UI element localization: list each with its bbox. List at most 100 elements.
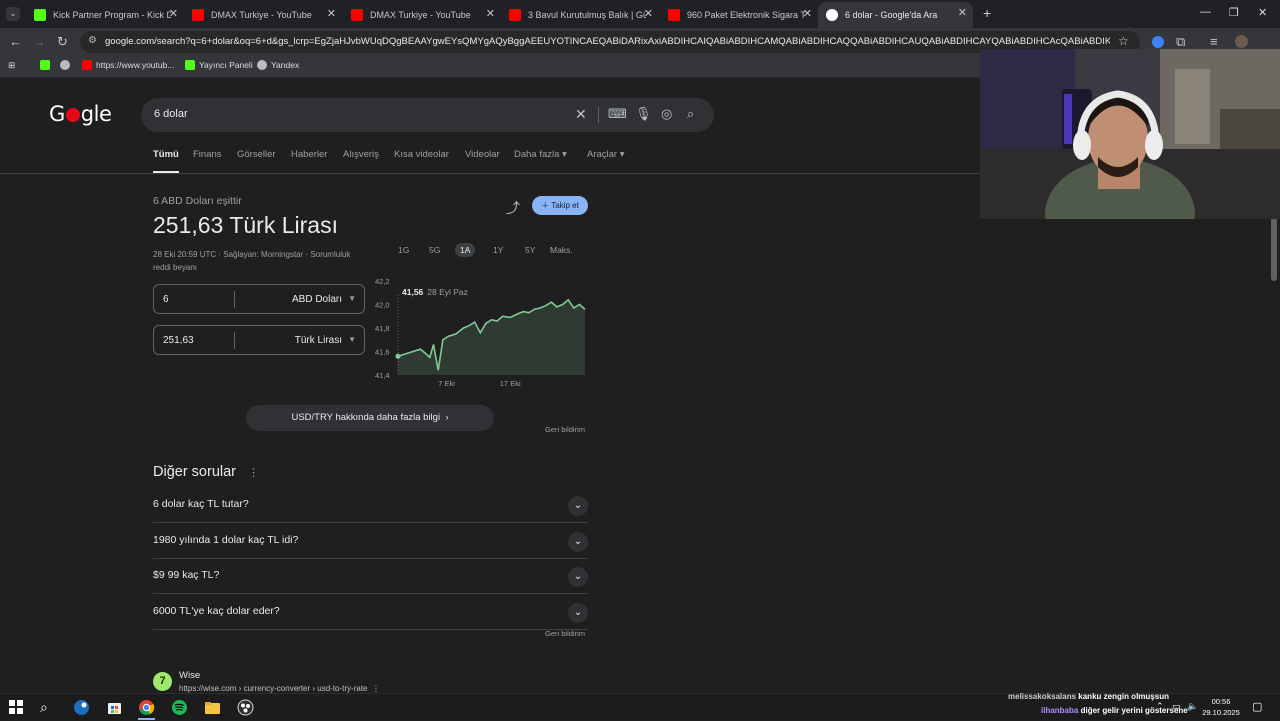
result-site-name[interactable]: Wise — [179, 670, 200, 681]
close-window-button[interactable]: ✕ — [1258, 6, 1267, 19]
chevron-down-icon[interactable]: ⌄ — [568, 496, 588, 516]
bookmark-item[interactable]: https://www.youtub... — [82, 60, 174, 70]
tab-tools[interactable]: Araçlar ▾ — [587, 149, 625, 160]
back-icon[interactable]: ← — [9, 34, 22, 49]
tab-videos[interactable]: Videolar — [465, 149, 500, 160]
microphone-icon[interactable]: 🎙 — [635, 106, 652, 122]
tab-news[interactable]: Haberler — [291, 149, 327, 160]
minimize-button[interactable]: — — [1200, 6, 1211, 18]
tray-chevron-icon[interactable]: ⌃ — [1156, 701, 1164, 712]
tab-search-button[interactable]: ⌄ — [6, 7, 20, 21]
close-tab-icon[interactable]: ✕ — [486, 7, 495, 20]
range-1y[interactable]: 1Y — [493, 245, 503, 255]
field-divider — [234, 332, 235, 349]
network-icon[interactable]: ▭ — [1172, 701, 1181, 712]
follow-button[interactable]: ＋ Takip et — [532, 196, 588, 215]
taskbar-search-icon[interactable]: ⌕ — [40, 699, 57, 716]
range-max[interactable]: Maks. — [550, 245, 573, 255]
extension-icon[interactable] — [1152, 36, 1164, 48]
search-box[interactable]: 6 dolar ✕ ⌨ 🎙 ◎ ⌕ — [141, 98, 714, 132]
to-currency-field[interactable]: 251,63 Türk Lirası ▼ — [153, 325, 365, 355]
feedback-link[interactable]: Geri bildirim — [545, 425, 585, 434]
profile-avatar[interactable] — [1235, 35, 1248, 48]
page-scrollbar[interactable] — [1271, 217, 1277, 281]
bookmark-item[interactable]: Yandex — [257, 60, 299, 70]
from-amount-input[interactable]: 6 — [163, 294, 169, 305]
steam-icon[interactable] — [73, 699, 90, 716]
tab-more[interactable]: Daha fazla ▾ — [514, 149, 567, 160]
clear-icon[interactable]: ✕ — [575, 106, 587, 123]
range-1d[interactable]: 1G — [398, 245, 409, 255]
restore-button[interactable]: ❐ — [1229, 6, 1239, 19]
to-currency-select[interactable]: Türk Lirası — [295, 335, 342, 346]
chrome-icon[interactable] — [138, 699, 155, 716]
paa-question[interactable]: 1980 yılında 1 dolar kaç TL idi? ⌄ — [153, 524, 588, 559]
bookmark-item[interactable] — [40, 60, 54, 70]
search-input[interactable]: 6 dolar — [154, 108, 188, 120]
close-tab-icon[interactable]: ✕ — [169, 7, 178, 20]
lens-icon[interactable]: ◎ — [661, 106, 672, 122]
extensions-puzzle-icon[interactable]: ⧉ — [1176, 34, 1185, 50]
result-url[interactable]: https://wise.com › currency-converter › … — [179, 684, 380, 693]
bookmark-item[interactable]: Yayıncı Paneli — [185, 60, 253, 70]
reload-icon[interactable]: ↻ — [57, 34, 68, 50]
area-fill — [398, 299, 585, 375]
paa-question[interactable]: 6 dolar kaç TL tutar? ⌄ — [153, 488, 588, 523]
paa-question[interactable]: 6000 TL'ye kaç dolar eder? ⌄ — [153, 595, 588, 630]
tab-title: 3 Bavul Kurutulmuş Balık | Güm — [528, 9, 646, 20]
to-amount-input[interactable]: 251,63 — [163, 335, 194, 346]
range-1m[interactable]: 1A — [455, 243, 476, 257]
site-info-icon[interactable]: ⚙ — [88, 35, 97, 46]
store-icon[interactable] — [106, 699, 123, 716]
chevron-down-icon[interactable]: ⌄ — [568, 531, 588, 552]
chevron-down-icon[interactable]: ⌄ — [568, 602, 588, 623]
tab-short-videos[interactable]: Kısa videolar — [394, 149, 449, 160]
range-5y[interactable]: 5Y — [525, 245, 535, 255]
forward-icon[interactable]: → — [33, 34, 46, 49]
paa-feedback-link[interactable]: Geri bildirim — [545, 629, 585, 638]
obs-icon[interactable] — [237, 699, 254, 716]
tab-title: DMAX Turkiye - YouTube — [211, 9, 312, 20]
tab-shopping[interactable]: Alışveriş — [343, 149, 379, 160]
browser-tab[interactable]: 6 dolar - Google'da Ara ✕ — [818, 2, 973, 28]
more-info-button[interactable]: USD/TRY hakkında daha fazla bilgi › — [246, 405, 494, 431]
google-logo[interactable]: Ggle — [49, 102, 112, 126]
volume-icon[interactable]: 🔈 — [1187, 701, 1198, 712]
new-tab-button[interactable]: + — [983, 5, 991, 21]
browser-tab[interactable]: DMAX Turkiye - YouTube ✕ — [343, 3, 501, 26]
chevron-down-icon[interactable]: ⌄ — [568, 567, 588, 587]
notifications-icon[interactable]: ▢ — [1252, 700, 1262, 713]
search-icon[interactable]: ⌕ — [687, 106, 694, 122]
range-5d[interactable]: 5G — [429, 245, 440, 255]
close-tab-icon[interactable]: ✕ — [327, 7, 336, 20]
tab-images[interactable]: Görseller — [237, 149, 276, 160]
close-tab-icon[interactable]: ✕ — [803, 7, 812, 20]
file-explorer-icon[interactable] — [204, 699, 221, 716]
keyboard-icon[interactable]: ⌨ — [608, 106, 627, 122]
browser-tab[interactable]: DMAX Turkiye - YouTube ✕ — [184, 3, 342, 26]
tab-all[interactable]: Tümü — [153, 149, 179, 160]
apps-grid-icon[interactable]: ⊞ — [8, 60, 15, 71]
close-tab-icon[interactable]: ✕ — [958, 6, 967, 19]
bookmark-label: Yandex — [271, 60, 300, 70]
streamer-webcam-image — [980, 49, 1280, 219]
paa-question[interactable]: $9 99 kaç TL? ⌄ — [153, 559, 588, 594]
tab-finance[interactable]: Finans — [193, 149, 222, 160]
share-icon[interactable]: ⤴ — [506, 198, 520, 218]
from-currency-field[interactable]: 6 ABD Doları ▼ — [153, 284, 365, 314]
media-control-icon[interactable]: ≡ — [1210, 34, 1218, 49]
clock-time: 00:56 — [1211, 697, 1231, 706]
x-tick-label: 17 Eki — [500, 379, 521, 388]
windows-start-icon[interactable] — [8, 699, 25, 716]
spotify-icon[interactable] — [171, 699, 188, 716]
more-options-icon[interactable]: ⋮ — [248, 466, 259, 479]
system-clock[interactable]: 00:56 29.10.2025 — [1200, 696, 1242, 718]
bookmark-star-icon[interactable]: ☆ — [1118, 34, 1129, 48]
browser-tab[interactable]: 3 Bavul Kurutulmuş Balık | Güm ✕ — [501, 3, 659, 26]
browser-tab[interactable]: Kick Partner Program - Kick Das ✕ — [26, 3, 184, 26]
browser-tab[interactable]: 960 Paket Elektronik Sigara Tütü✕ — [660, 3, 818, 26]
bookmark-item[interactable] — [60, 60, 74, 70]
close-tab-icon[interactable]: ✕ — [644, 7, 653, 20]
from-currency-select[interactable]: ABD Doları — [292, 294, 342, 305]
bookmark-label: https://www.youtub... — [96, 60, 175, 70]
